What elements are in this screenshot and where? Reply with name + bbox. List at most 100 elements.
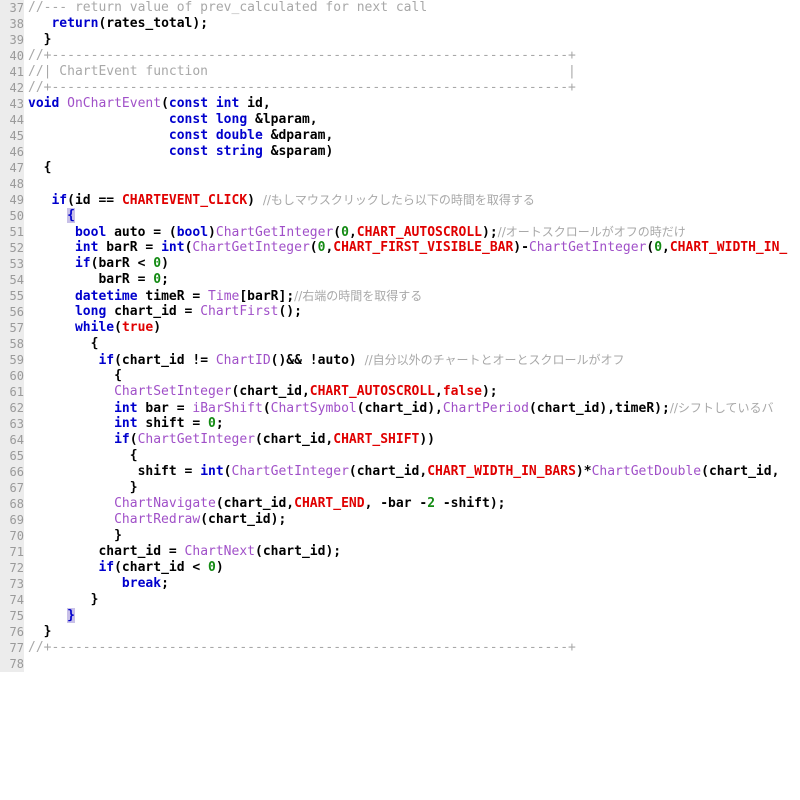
code-line[interactable]: 67 } [0, 480, 800, 496]
code-token: ChartGetInteger [192, 240, 310, 255]
code-token: //自分以外のチャートとオーとスクロールがオフ [364, 353, 625, 367]
code-line[interactable]: 49 if(id == CHARTEVENT_CLICK) //もしマウスクリッ… [0, 192, 800, 208]
code-line-text: if(chart_id != ChartID()&& !auto) //自分以外… [24, 352, 625, 369]
code-line[interactable]: 37 //--- return value of prev_calculated … [0, 0, 800, 16]
code-token: //もしマウスクリックしたら以下の時間を取得する [262, 193, 535, 207]
code-line[interactable]: 69 ChartRedraw(chart_id); [0, 512, 800, 528]
line-number: 63 [9, 417, 24, 431]
code-line-text: { [24, 368, 122, 384]
code-line[interactable]: 47 { [0, 160, 800, 176]
code-line[interactable]: 60 { [0, 368, 800, 384]
code-token: chart_id = [106, 304, 201, 319]
code-token: ( [262, 401, 271, 416]
code-line[interactable]: 52 int barR = int(ChartGetInteger(0,CHAR… [0, 240, 800, 256]
code-line[interactable]: 78 [0, 656, 800, 672]
code-token: return [51, 16, 99, 31]
code-token: (chart_id, [348, 464, 428, 479]
code-line[interactable]: 70 } [0, 528, 800, 544]
code-token: CHART_AUTOSCROLL [309, 384, 436, 399]
code-token: //シフトしているバ [669, 401, 774, 415]
code-line[interactable]: 66 shift = int(ChartGetInteger(chart_id,… [0, 464, 800, 480]
code-token: datetime [74, 289, 138, 304]
line-number: 53 [9, 257, 24, 271]
code-line-text: { [24, 336, 99, 352]
line-number: 49 [9, 193, 24, 207]
code-line[interactable]: 42 //+-----------------------------------… [0, 80, 800, 96]
code-line[interactable]: 77 //+-----------------------------------… [0, 640, 800, 656]
code-line[interactable]: 53 if(barR < 0) [0, 256, 800, 272]
code-token: ChartFirst [200, 304, 279, 319]
code-token: &lparam, [247, 112, 318, 127]
line-number: 41 [9, 65, 24, 79]
code-area[interactable]: 37 //--- return value of prev_calculated … [0, 0, 800, 672]
code-line-text: } [24, 480, 138, 496]
code-token: int [114, 401, 138, 416]
code-line[interactable]: 57 while(true) [0, 320, 800, 336]
code-line[interactable]: 61 ChartSetInteger(chart_id,CHART_AUTOSC… [0, 384, 800, 400]
code-line[interactable]: 74 } [0, 592, 800, 608]
code-line[interactable]: 75 } [0, 608, 800, 624]
code-token: ); [482, 225, 498, 240]
code-token: //右端の時間を取得する [294, 289, 423, 303]
line-number: 62 [9, 401, 24, 415]
code-line[interactable]: 43 void OnChartEvent(const int id, [0, 96, 800, 112]
code-token: ChartPeriod [442, 401, 529, 416]
code-token: (id == [67, 193, 122, 208]
code-token: { [28, 336, 99, 351]
code-token: id, [239, 96, 271, 111]
code-line[interactable]: 68 ChartNavigate(chart_id,CHART_END, -ba… [0, 496, 800, 512]
code-line[interactable]: 72 if(chart_id < 0) [0, 560, 800, 576]
code-line-text: if(id == CHARTEVENT_CLICK) //もしマウスクリックした… [24, 192, 535, 209]
code-line[interactable]: 38 return(rates_total); [0, 16, 800, 32]
line-number: 46 [9, 145, 24, 159]
code-token: ChartGetInteger [231, 464, 349, 479]
code-line[interactable]: 59 if(chart_id != ChartID()&& !auto) //自… [0, 352, 800, 368]
code-line-text: barR = 0; [24, 272, 169, 288]
code-editor[interactable]: 37 //--- return value of prev_calculated … [0, 0, 800, 800]
code-line[interactable]: 39 } [0, 32, 800, 48]
line-number: 43 [9, 97, 24, 111]
code-token: -shift); [435, 496, 506, 511]
code-line[interactable]: 54 barR = 0; [0, 272, 800, 288]
code-line[interactable]: 50 { [0, 208, 800, 224]
code-line[interactable]: 41 //| ChartEvent function | [0, 64, 800, 80]
code-line[interactable]: 56 long chart_id = ChartFirst(); [0, 304, 800, 320]
code-line[interactable]: 65 { [0, 448, 800, 464]
code-line[interactable]: 48 [0, 176, 800, 192]
code-line[interactable]: 73 break; [0, 576, 800, 592]
code-token: ) [161, 256, 169, 271]
code-line[interactable]: 51 bool auto = (bool)ChartGetInteger(0,C… [0, 224, 800, 240]
code-token: , [435, 384, 443, 399]
line-number: 55 [9, 289, 24, 303]
code-line[interactable]: 44 const long &lparam, [0, 112, 800, 128]
code-token: if [51, 193, 68, 208]
code-token: ); [481, 384, 498, 399]
code-line[interactable]: 62 int bar = iBarShift(ChartSymbol(chart… [0, 400, 800, 416]
code-token: 0 [208, 560, 216, 575]
code-line[interactable]: 63 int shift = 0; [0, 416, 800, 432]
code-line[interactable]: 45 const double &dparam, [0, 128, 800, 144]
code-line[interactable]: 64 if(ChartGetInteger(chart_id,CHART_SHI… [0, 432, 800, 448]
code-line[interactable]: 71 chart_id = ChartNext(chart_id); [0, 544, 800, 560]
code-line[interactable]: 46 const string &sparam) [0, 144, 800, 160]
code-token: 0 [654, 240, 663, 255]
code-token: ChartGetInteger [137, 432, 255, 447]
code-line[interactable]: 55 datetime timeR = Time[barR];//右端の時間を取… [0, 288, 800, 304]
code-line[interactable]: 76 } [0, 624, 800, 640]
code-line[interactable]: 40 //+-----------------------------------… [0, 48, 800, 64]
code-token: CHART_AUTOSCROLL [356, 225, 482, 240]
code-token: } [28, 592, 99, 607]
code-line-text: int shift = 0; [24, 416, 224, 432]
code-line-text: const long &lparam, [24, 112, 318, 128]
line-number: 69 [9, 513, 24, 527]
code-line[interactable]: 58 { [0, 336, 800, 352]
code-token: (chart_id != [114, 353, 216, 368]
code-token: ; [161, 272, 169, 287]
